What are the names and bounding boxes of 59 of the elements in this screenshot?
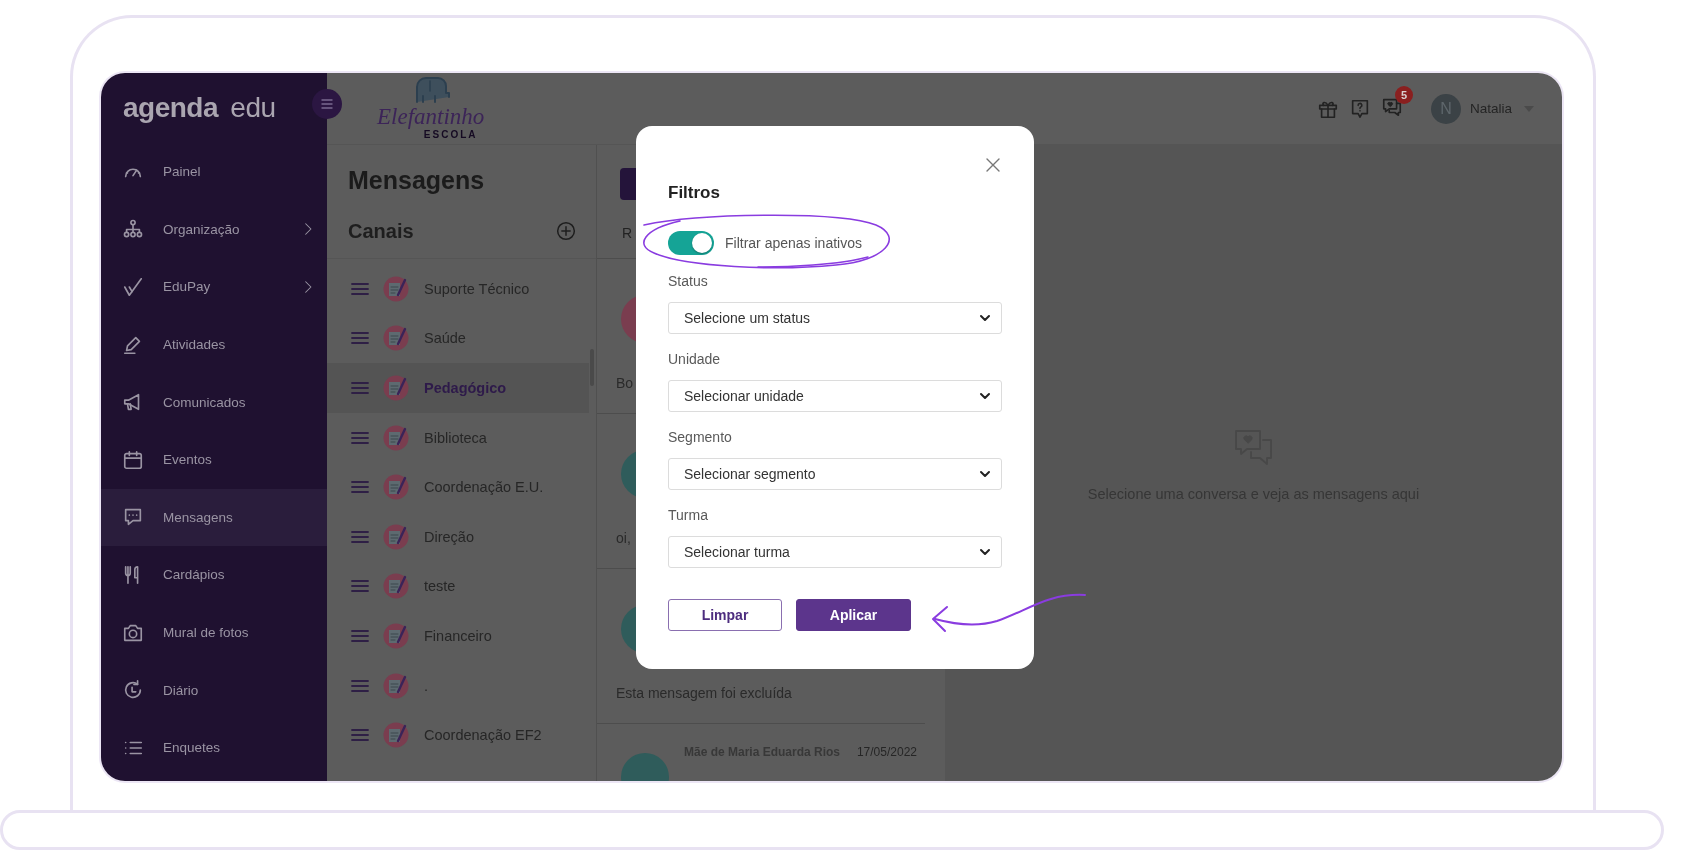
- sidebar-item[interactable]: Eventos: [101, 430, 327, 489]
- field-label: Turma: [668, 506, 708, 524]
- drag-handle-icon: [351, 529, 369, 544]
- school-subtitle: ESCOLA: [423, 129, 478, 141]
- select-field[interactable]: Selecionar segmento: [668, 458, 1002, 490]
- close-icon[interactable]: [986, 158, 1000, 172]
- document-pen-icon: [383, 474, 409, 501]
- notification-badge: 5: [1394, 85, 1413, 104]
- select-field[interactable]: Selecionar unidade: [668, 380, 1002, 412]
- field-label: Status: [668, 272, 708, 290]
- field-label: Segmento: [668, 428, 732, 446]
- chevron-down-icon: [979, 468, 991, 480]
- sidebar-item[interactable]: Cardápios: [101, 546, 327, 604]
- sidebar-item[interactable]: Painel: [101, 143, 327, 201]
- field-label: Unidade: [668, 350, 721, 368]
- sidebar-item[interactable]: Atividades: [101, 315, 327, 374]
- drag-handle-icon: [351, 381, 369, 395]
- document-pen-icon: [383, 722, 409, 749]
- drag-handle-icon: [351, 728, 369, 743]
- document-pen-icon: [383, 573, 409, 600]
- sidebar-item[interactable]: EduPay: [101, 258, 327, 316]
- select-field[interactable]: Selecionar turma: [668, 536, 1002, 568]
- document-pen-icon: [383, 622, 409, 649]
- drag-handle-icon: [351, 430, 369, 445]
- school-name: Elefantinho: [377, 105, 485, 129]
- add-circle-icon[interactable]: [556, 221, 576, 241]
- dialog-title: Filtros: [668, 182, 720, 204]
- document-pen-icon: [383, 325, 409, 352]
- calendar-icon: [122, 448, 144, 471]
- select-field[interactable]: Selecione um status: [668, 302, 1002, 334]
- document-pen-icon: [383, 424, 409, 451]
- toggle-label: Filtrar apenas inativos: [725, 235, 862, 251]
- clear-button[interactable]: Limpar: [668, 599, 782, 631]
- drag-handle-icon: [351, 331, 369, 346]
- section-title: Canais: [348, 219, 414, 243]
- document-pen-icon: [383, 523, 409, 550]
- sidebar-item[interactable]: Organização: [101, 200, 327, 259]
- chevron-down-icon: [979, 546, 991, 558]
- drag-handle-icon: [351, 628, 369, 643]
- sidebar-item[interactable]: Mural de fotos: [101, 603, 327, 662]
- chevron-down-icon: [979, 390, 991, 402]
- document-pen-icon: [383, 275, 409, 302]
- apply-button[interactable]: Aplicar: [796, 599, 911, 631]
- document-pen-icon: [383, 672, 409, 699]
- checkmark-icon: [122, 276, 144, 298]
- sidebar-item[interactable]: Diário: [101, 661, 327, 719]
- menu-icon: [321, 99, 333, 109]
- sidebar-item[interactable]: Mensagens: [101, 488, 327, 547]
- drag-handle-icon: [351, 480, 369, 495]
- drag-handle-icon: [351, 579, 369, 594]
- drag-handle-icon: [351, 678, 369, 693]
- chevron-down-icon: [979, 312, 991, 324]
- sidebar-item[interactable]: Enquetes: [101, 718, 327, 777]
- panel-title: Mensagens: [348, 165, 485, 195]
- sidebar-item[interactable]: Comunicados: [101, 373, 327, 431]
- drag-handle-icon: [351, 281, 369, 296]
- app-logo: agenda edu: [122, 91, 277, 125]
- toggle-switch[interactable]: [668, 231, 714, 255]
- document-pen-icon: [383, 375, 409, 401]
